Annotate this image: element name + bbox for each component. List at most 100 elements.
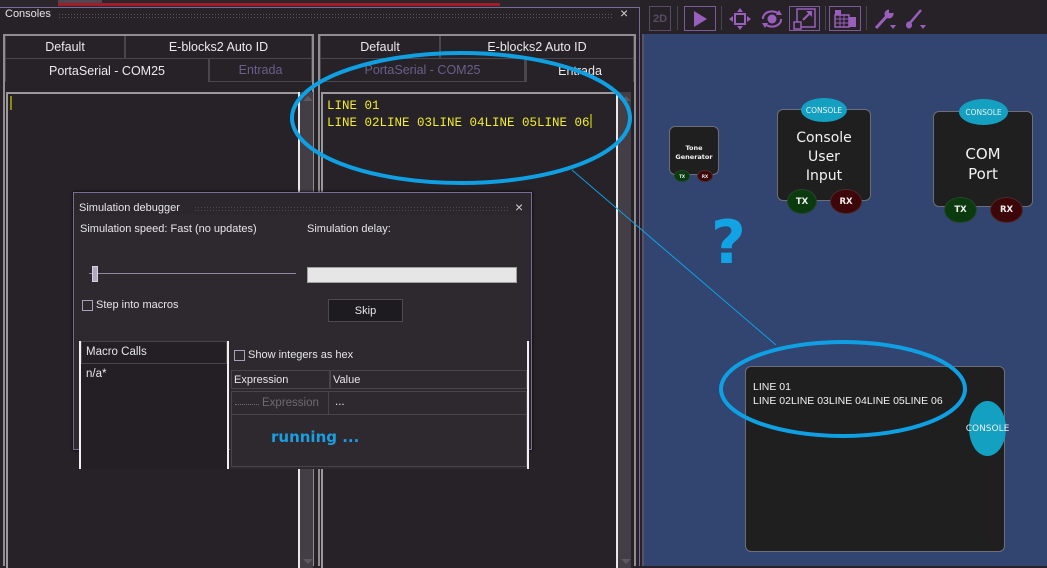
- pointer-icon: [694, 10, 707, 27]
- toolbar-separator: [677, 6, 678, 30]
- display-output: LINE 01 LINE 02LINE 03LINE 04LINE 05LINE…: [753, 380, 943, 408]
- column-value[interactable]: Value: [330, 370, 527, 389]
- scroll-up-icon[interactable]: [621, 96, 631, 101]
- tab-default[interactable]: Default: [320, 36, 440, 59]
- window-top-strip: [0, 0, 640, 7]
- tab-portaserial-com25[interactable]: PortaSerial - COM25: [5, 59, 209, 82]
- toolbar-separator: [866, 6, 867, 30]
- delay-label: Simulation delay:: [307, 223, 391, 235]
- scrollbar-right[interactable]: [616, 92, 631, 568]
- consoles-title: Consoles: [5, 8, 51, 20]
- title-line: User: [808, 149, 840, 165]
- step-into-macros-row: Step into macros: [82, 299, 179, 311]
- wrench-icon: [874, 8, 896, 29]
- tab-eblocks2-auto-id[interactable]: E-blocks2 Auto ID: [440, 36, 634, 59]
- console-badge[interactable]: CONSOLE: [966, 401, 1009, 456]
- console-badge[interactable]: CONSOLE: [801, 98, 847, 122]
- step-into-macros-label: Step into macros: [96, 299, 179, 311]
- macro-call-row[interactable]: n/a*: [86, 368, 106, 380]
- question-mark-annotation: ?: [711, 208, 746, 278]
- port-tx[interactable]: TX: [787, 189, 817, 214]
- component-tone-generator[interactable]: Tone Generator: [669, 126, 719, 175]
- watch-header: Expression Value: [231, 370, 527, 389]
- component-console-user-input[interactable]: Console User Input: [777, 109, 871, 201]
- speed-slider-track[interactable]: [89, 273, 296, 274]
- move-button[interactable]: [727, 6, 753, 31]
- component-title: COM Port: [934, 144, 1032, 184]
- title-line: Console: [796, 130, 852, 146]
- port-rx[interactable]: RX: [990, 197, 1023, 223]
- delay-field[interactable]: [307, 267, 517, 283]
- toolbar-separator: [721, 6, 722, 30]
- scroll-down-icon[interactable]: [621, 559, 631, 564]
- paint-button[interactable]: [903, 6, 929, 31]
- title-line: COM: [965, 145, 1001, 163]
- move-icon: [729, 7, 751, 30]
- port-tx[interactable]: TX: [674, 170, 690, 182]
- show-hex-checkbox[interactable]: [234, 349, 245, 361]
- speed-slider-thumb[interactable]: [92, 266, 98, 282]
- display-line-1: LINE 01: [753, 381, 791, 393]
- brush-icon: [906, 8, 926, 29]
- tools-button[interactable]: [872, 6, 898, 31]
- title-line: Port: [968, 165, 998, 183]
- simulation-debugger-window: Simulation debugger × Simulation speed: …: [73, 192, 532, 469]
- component-com-port[interactable]: COM Port: [933, 111, 1033, 207]
- port-tx[interactable]: TX: [944, 197, 977, 223]
- grid-icon: [834, 9, 856, 28]
- step-into-macros-checkbox[interactable]: [82, 299, 93, 311]
- watch-panel: Show integers as hex Expression Value Ex…: [230, 341, 529, 469]
- tab-stub: [58, 0, 102, 3]
- component-title: Console User Input: [778, 129, 870, 186]
- scale-button[interactable]: [789, 6, 820, 31]
- watch-row[interactable]: Expression ...: [231, 391, 527, 415]
- tab-row-2: PortaSerial - COM25 Entrada: [320, 59, 634, 82]
- component-console-display[interactable]: LINE 01 LINE 02LINE 03LINE 04LINE 05LINE…: [745, 366, 1005, 552]
- select-button[interactable]: [684, 6, 716, 31]
- close-icon[interactable]: ×: [620, 5, 628, 21]
- port-rx[interactable]: RX: [830, 189, 862, 214]
- port-rx[interactable]: RX: [697, 170, 713, 182]
- 2d-icon: 2D: [652, 12, 668, 25]
- display-line-2: LINE 02LINE 03LINE 04LINE 05LINE 06: [753, 395, 943, 407]
- panel-grip[interactable]: [58, 13, 614, 18]
- tab-portaserial-com25[interactable]: PortaSerial - COM25: [320, 59, 525, 82]
- watch-area: running ...: [231, 415, 527, 467]
- tab-row-1: Default E-blocks2 Auto ID: [320, 36, 634, 59]
- active-tab-indicator: [58, 3, 500, 6]
- running-status: running ...: [271, 428, 360, 446]
- column-expression[interactable]: Expression: [231, 370, 330, 389]
- window-grip[interactable]: [194, 206, 509, 211]
- rotate-button[interactable]: [759, 6, 785, 31]
- component-title: Tone Generator: [675, 144, 713, 161]
- text-caret: [589, 114, 592, 128]
- console-output-text: LINE 01 LINE 02LINE 03LINE 04LINE 05LINE…: [327, 98, 592, 131]
- output-line-2: LINE 02LINE 03LINE 04LINE 05LINE 06: [327, 116, 590, 130]
- toolbar-separator: [825, 6, 826, 30]
- console-badge[interactable]: CONSOLE: [959, 99, 1008, 125]
- tab-row-2: PortaSerial - COM25 Entrada: [5, 59, 312, 82]
- scale-icon: [792, 7, 816, 30]
- 2d-view-button[interactable]: 2D: [649, 6, 671, 31]
- watch-value: ...: [335, 396, 345, 408]
- scroll-down-icon[interactable]: [303, 559, 313, 564]
- toolbar: 2D: [641, 0, 1047, 33]
- panel-grid-button[interactable]: [829, 6, 861, 31]
- rotate-icon: [761, 9, 783, 28]
- console-caret-line: [10, 96, 12, 113]
- close-icon[interactable]: ×: [515, 199, 523, 215]
- macro-calls-panel: Macro Calls n/a*: [79, 341, 229, 469]
- watch-expression[interactable]: Expression: [232, 392, 329, 414]
- tab-default[interactable]: Default: [5, 36, 125, 59]
- tab-entrada[interactable]: Entrada: [209, 59, 312, 82]
- scroll-up-icon[interactable]: [303, 96, 313, 101]
- tab-eblocks2-auto-id[interactable]: E-blocks2 Auto ID: [125, 36, 312, 59]
- tab-row-1: Default E-blocks2 Auto ID: [5, 36, 312, 59]
- text-caret: [10, 96, 12, 110]
- output-line-1: LINE 01: [327, 99, 380, 113]
- tab-entrada[interactable]: Entrada: [525, 59, 634, 82]
- skip-button[interactable]: Skip: [328, 299, 403, 322]
- title-line: Input: [805, 168, 843, 184]
- macro-calls-header: Macro Calls: [81, 341, 227, 364]
- show-hex-label: Show integers as hex: [248, 349, 354, 361]
